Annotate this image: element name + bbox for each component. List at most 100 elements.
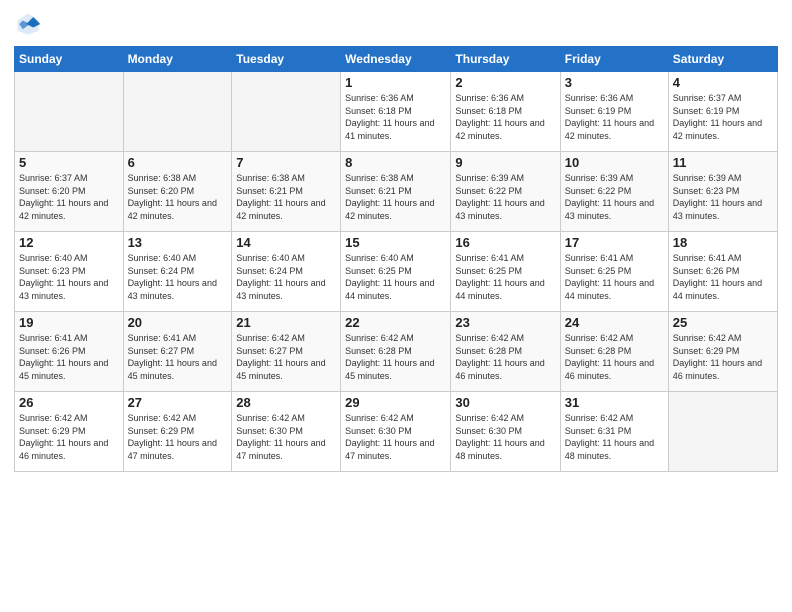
calendar-cell: 25Sunrise: 6:42 AM Sunset: 6:29 PM Dayli…	[668, 312, 777, 392]
day-info: Sunrise: 6:41 AM Sunset: 6:25 PM Dayligh…	[455, 252, 555, 302]
calendar-cell: 8 Sunrise: 6:38 AM Sunset: 6:21 PM Daylig…	[341, 152, 451, 232]
day-number: 31	[565, 395, 664, 410]
day-number: 1	[345, 75, 446, 90]
calendar-cell	[15, 72, 124, 152]
day-number: 28	[236, 395, 336, 410]
day-number: 17	[565, 235, 664, 250]
day-number: 11	[673, 155, 773, 170]
day-number: 29	[345, 395, 446, 410]
day-info: Sunrise: 6:42 AM Sunset: 6:28 PM Dayligh…	[455, 332, 555, 382]
calendar-cell: 23Sunrise: 6:42 AM Sunset: 6:28 PM Dayli…	[451, 312, 560, 392]
calendar-cell: 16 Sunrise: 6:41 AM Sunset: 6:25 PM Dayli…	[451, 232, 560, 312]
calendar-cell: 14 Sunrise: 6:40 AM Sunset: 6:24 PM Dayli…	[232, 232, 341, 312]
calendar-cell: 27 Sunrise: 6:42 AM Sunset: 6:29 PM Dayli…	[123, 392, 232, 472]
day-info: Sunrise: 6:39 AM Sunset: 6:23 PM Dayligh…	[673, 172, 773, 222]
calendar-cell: 22 Sunrise: 6:42 AM Sunset: 6:28 PM Dayli…	[341, 312, 451, 392]
day-number: 13	[128, 235, 228, 250]
day-info: Sunrise: 6:40 AM Sunset: 6:24 PM Dayligh…	[128, 252, 228, 302]
day-info: Sunrise: 6:42 AM Sunset: 6:28 PM Dayligh…	[345, 332, 446, 382]
logo-icon	[14, 10, 42, 38]
day-number: 18	[673, 235, 773, 250]
day-info: Sunrise: 6:42 AM Sunset: 6:27 PM Dayligh…	[236, 332, 336, 382]
day-number: 20	[128, 315, 228, 330]
calendar-cell: 10 Sunrise: 6:39 AM Sunset: 6:22 PM Dayli…	[560, 152, 668, 232]
calendar-cell: 28Sunrise: 6:42 AM Sunset: 6:30 PM Dayli…	[232, 392, 341, 472]
day-number: 8	[345, 155, 446, 170]
weekday-header-wednesday: Wednesday	[341, 47, 451, 72]
calendar-cell: 13 Sunrise: 6:40 AM Sunset: 6:24 PM Dayli…	[123, 232, 232, 312]
calendar-cell: 7 Sunrise: 6:38 AM Sunset: 6:21 PM Daylig…	[232, 152, 341, 232]
day-number: 21	[236, 315, 336, 330]
calendar-cell: 15 Sunrise: 6:40 AM Sunset: 6:25 PM Dayli…	[341, 232, 451, 312]
day-number: 15	[345, 235, 446, 250]
weekday-header-friday: Friday	[560, 47, 668, 72]
header	[14, 10, 778, 38]
weekday-header-thursday: Thursday	[451, 47, 560, 72]
day-number: 6	[128, 155, 228, 170]
weekday-header-monday: Monday	[123, 47, 232, 72]
day-number: 14	[236, 235, 336, 250]
weekday-header-sunday: Sunday	[15, 47, 124, 72]
day-number: 24	[565, 315, 664, 330]
day-number: 30	[455, 395, 555, 410]
day-number: 9	[455, 155, 555, 170]
calendar-cell: 6 Sunrise: 6:38 AM Sunset: 6:20 PM Daylig…	[123, 152, 232, 232]
calendar-cell: 29 Sunrise: 6:42 AM Sunset: 6:30 PM Dayli…	[341, 392, 451, 472]
calendar-cell	[123, 72, 232, 152]
day-info: Sunrise: 6:38 AM Sunset: 6:20 PM Dayligh…	[128, 172, 228, 222]
calendar-cell: 31 Sunrise: 6:42 AM Sunset: 6:31 PM Dayli…	[560, 392, 668, 472]
day-number: 26	[19, 395, 119, 410]
day-info: Sunrise: 6:41 AM Sunset: 6:26 PM Dayligh…	[673, 252, 773, 302]
day-number: 5	[19, 155, 119, 170]
calendar-week-0: 1 Sunrise: 6:36 AM Sunset: 6:18 PM Daylig…	[15, 72, 778, 152]
weekday-header-tuesday: Tuesday	[232, 47, 341, 72]
day-info: Sunrise: 6:42 AM Sunset: 6:31 PM Dayligh…	[565, 412, 664, 462]
day-info: Sunrise: 6:42 AM Sunset: 6:30 PM Dayligh…	[345, 412, 446, 462]
day-number: 3	[565, 75, 664, 90]
day-info: Sunrise: 6:40 AM Sunset: 6:24 PM Dayligh…	[236, 252, 336, 302]
day-info: Sunrise: 6:36 AM Sunset: 6:18 PM Dayligh…	[455, 92, 555, 142]
calendar-cell: 20 Sunrise: 6:41 AM Sunset: 6:27 PM Dayli…	[123, 312, 232, 392]
calendar-cell: 21 Sunrise: 6:42 AM Sunset: 6:27 PM Dayli…	[232, 312, 341, 392]
day-info: Sunrise: 6:37 AM Sunset: 6:19 PM Dayligh…	[673, 92, 773, 142]
day-info: Sunrise: 6:40 AM Sunset: 6:23 PM Dayligh…	[19, 252, 119, 302]
day-info: Sunrise: 6:38 AM Sunset: 6:21 PM Dayligh…	[236, 172, 336, 222]
calendar-cell: 18 Sunrise: 6:41 AM Sunset: 6:26 PM Dayli…	[668, 232, 777, 312]
day-number: 25	[673, 315, 773, 330]
day-number: 2	[455, 75, 555, 90]
calendar-cell: 9 Sunrise: 6:39 AM Sunset: 6:22 PM Daylig…	[451, 152, 560, 232]
day-number: 10	[565, 155, 664, 170]
calendar-week-1: 5 Sunrise: 6:37 AM Sunset: 6:20 PM Daylig…	[15, 152, 778, 232]
day-info: Sunrise: 6:41 AM Sunset: 6:26 PM Dayligh…	[19, 332, 119, 382]
day-number: 12	[19, 235, 119, 250]
day-number: 22	[345, 315, 446, 330]
calendar-cell: 17Sunrise: 6:41 AM Sunset: 6:25 PM Dayli…	[560, 232, 668, 312]
day-info: Sunrise: 6:41 AM Sunset: 6:27 PM Dayligh…	[128, 332, 228, 382]
calendar-week-2: 12 Sunrise: 6:40 AM Sunset: 6:23 PM Dayli…	[15, 232, 778, 312]
day-info: Sunrise: 6:38 AM Sunset: 6:21 PM Dayligh…	[345, 172, 446, 222]
day-info: Sunrise: 6:36 AM Sunset: 6:19 PM Dayligh…	[565, 92, 664, 142]
calendar-cell: 1Sunrise: 6:36 AM Sunset: 6:18 PM Daylig…	[341, 72, 451, 152]
day-info: Sunrise: 6:39 AM Sunset: 6:22 PM Dayligh…	[455, 172, 555, 222]
day-number: 19	[19, 315, 119, 330]
day-info: Sunrise: 6:42 AM Sunset: 6:29 PM Dayligh…	[128, 412, 228, 462]
calendar-cell: 12 Sunrise: 6:40 AM Sunset: 6:23 PM Dayli…	[15, 232, 124, 312]
day-number: 7	[236, 155, 336, 170]
day-number: 4	[673, 75, 773, 90]
day-number: 27	[128, 395, 228, 410]
weekday-header-saturday: Saturday	[668, 47, 777, 72]
calendar-cell: 19 Sunrise: 6:41 AM Sunset: 6:26 PM Dayli…	[15, 312, 124, 392]
calendar-cell: 24 Sunrise: 6:42 AM Sunset: 6:28 PM Dayli…	[560, 312, 668, 392]
page: SundayMondayTuesdayWednesdayThursdayFrid…	[0, 0, 792, 612]
day-info: Sunrise: 6:42 AM Sunset: 6:28 PM Dayligh…	[565, 332, 664, 382]
day-info: Sunrise: 6:37 AM Sunset: 6:20 PM Dayligh…	[19, 172, 119, 222]
day-number: 16	[455, 235, 555, 250]
day-info: Sunrise: 6:39 AM Sunset: 6:22 PM Dayligh…	[565, 172, 664, 222]
calendar-cell: 11 Sunrise: 6:39 AM Sunset: 6:23 PM Dayli…	[668, 152, 777, 232]
day-info: Sunrise: 6:40 AM Sunset: 6:25 PM Dayligh…	[345, 252, 446, 302]
calendar-cell: 4 Sunrise: 6:37 AM Sunset: 6:19 PM Daylig…	[668, 72, 777, 152]
calendar-cell: 30Sunrise: 6:42 AM Sunset: 6:30 PM Dayli…	[451, 392, 560, 472]
weekday-header-row: SundayMondayTuesdayWednesdayThursdayFrid…	[15, 47, 778, 72]
logo	[14, 10, 46, 38]
calendar-week-4: 26 Sunrise: 6:42 AM Sunset: 6:29 PM Dayli…	[15, 392, 778, 472]
